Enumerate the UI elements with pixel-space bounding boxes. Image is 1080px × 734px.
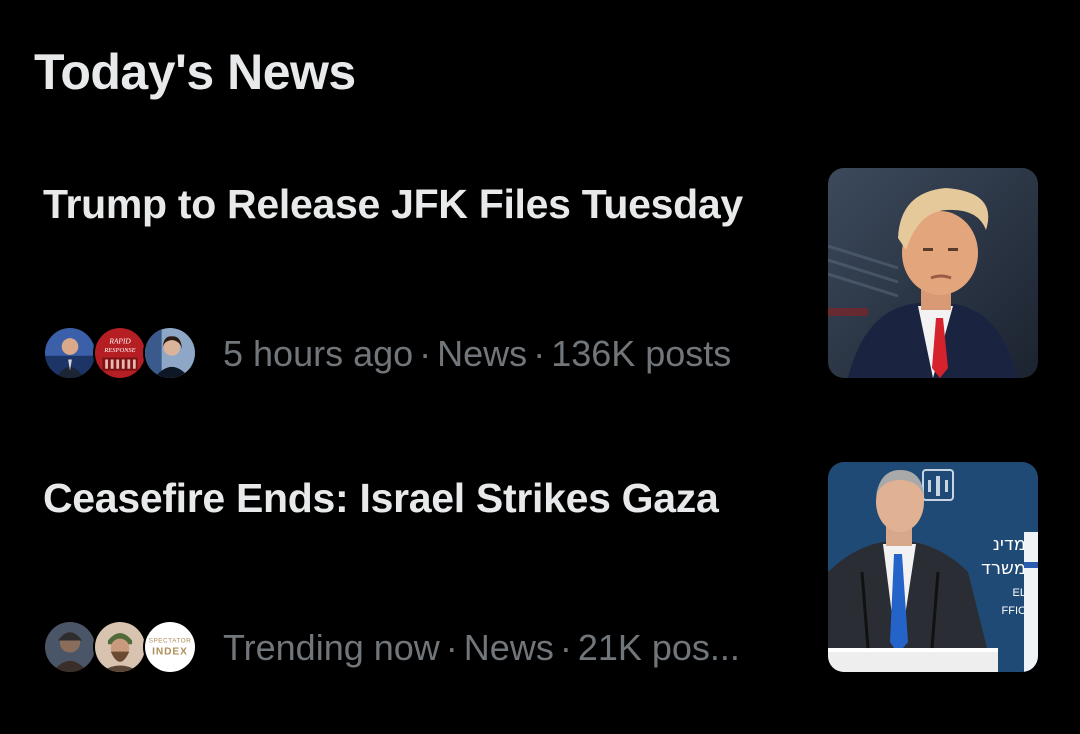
section-title: Today's News bbox=[34, 44, 356, 100]
news-time: 5 hours ago bbox=[223, 333, 414, 374]
news-item[interactable]: Trump to Release JFK Files Tuesday RAPID… bbox=[0, 168, 1080, 384]
news-thumbnail[interactable]: מדינ משרד EL FFIC bbox=[828, 462, 1038, 672]
news-meta-text: Trending now · News · 21K pos... bbox=[223, 618, 740, 678]
news-time: Trending now bbox=[223, 627, 440, 668]
spectator-index-logo-icon: SPECTATOR INDEX bbox=[145, 622, 195, 672]
separator-dot: · bbox=[533, 333, 546, 374]
svg-text:INDEX: INDEX bbox=[152, 646, 188, 657]
news-thumbnail[interactable] bbox=[828, 168, 1038, 378]
avatar bbox=[143, 326, 197, 380]
portrait-photo-icon: מדינ משרד EL FFIC bbox=[828, 462, 1038, 672]
svg-text:מדינ: מדינ bbox=[993, 534, 1026, 555]
svg-text:RAPID: RAPID bbox=[108, 337, 131, 346]
separator-dot: · bbox=[419, 333, 432, 374]
news-item[interactable]: Ceasefire Ends: Israel Strikes Gaza SPEC… bbox=[0, 462, 1080, 678]
person-avatar-icon bbox=[45, 328, 95, 378]
svg-text:EL: EL bbox=[1013, 587, 1026, 599]
news-category: News bbox=[437, 333, 528, 374]
svg-text:SPECTATOR: SPECTATOR bbox=[149, 637, 192, 644]
avatar: SPECTATOR INDEX bbox=[143, 620, 197, 674]
avatar bbox=[93, 620, 147, 674]
news-headline: Ceasefire Ends: Israel Strikes Gaza bbox=[43, 475, 719, 521]
svg-text:RESPONSE: RESPONSE bbox=[103, 347, 135, 354]
rapid-response-logo-icon: RAPID RESPONSE bbox=[95, 328, 145, 378]
person-avatar-icon bbox=[95, 622, 145, 672]
avatar-stack: SPECTATOR INDEX bbox=[43, 618, 203, 678]
avatar: RAPID RESPONSE bbox=[93, 326, 147, 380]
news-meta: SPECTATOR INDEX Trending now · News · 21K po… bbox=[43, 618, 813, 678]
separator-dot: · bbox=[445, 627, 458, 668]
news-meta-text: 5 hours ago · News · 136K posts bbox=[223, 324, 731, 384]
person-avatar-icon bbox=[145, 328, 195, 378]
avatar bbox=[43, 620, 97, 674]
svg-text:FFIC: FFIC bbox=[1002, 605, 1026, 617]
news-post-count: 136K posts bbox=[551, 333, 732, 374]
news-post-count: 21K pos... bbox=[577, 627, 740, 668]
svg-text:משרד: משרד bbox=[981, 558, 1026, 579]
person-avatar-icon bbox=[45, 622, 95, 672]
separator-dot: · bbox=[559, 627, 572, 668]
avatar bbox=[43, 326, 97, 380]
avatar-stack: RAPID RESPONSE bbox=[43, 324, 203, 384]
news-meta: RAPID RESPONSE 5 hours ago · News · 136K pos… bbox=[43, 324, 813, 384]
portrait-photo-icon bbox=[828, 168, 1038, 378]
news-category: News bbox=[463, 627, 554, 668]
news-headline: Trump to Release JFK Files Tuesday bbox=[43, 181, 743, 227]
